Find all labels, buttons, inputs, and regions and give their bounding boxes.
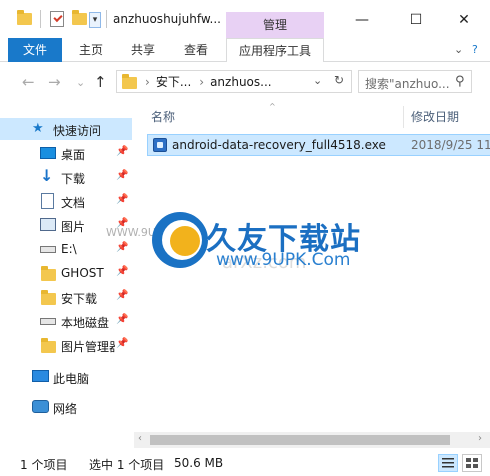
picture-icon — [40, 218, 56, 231]
pin-icon[interactable]: 📌 — [116, 338, 128, 349]
file-name: android-data-recovery_full4518.exe — [172, 138, 386, 152]
sidebar-item-local-disk[interactable]: 本地磁盘 📌 — [0, 310, 132, 332]
details-view-button[interactable] — [438, 454, 458, 472]
computer-icon — [32, 370, 49, 382]
title-separator — [106, 10, 107, 28]
scroll-right-button[interactable]: › — [478, 433, 482, 444]
recent-locations-button[interactable]: ⌄ — [76, 76, 85, 89]
breadcrumb-separator: › — [199, 74, 205, 89]
drive-icon — [40, 246, 56, 253]
address-dropdown-button[interactable]: ⌄ — [313, 74, 322, 87]
status-item-count: 1 个项目 — [20, 458, 68, 472]
up-button[interactable]: ↑ — [94, 73, 107, 91]
navigation-pane: ★ 快速访问 桌面 📌 ↓ 下载 📌 文档 📌 图片 📌 E:\ 📌 GHOST… — [0, 102, 132, 448]
network-icon — [32, 400, 49, 413]
exe-file-icon — [153, 138, 167, 152]
folder-icon — [41, 266, 57, 281]
pin-icon[interactable]: 📌 — [116, 266, 128, 277]
star-icon: ★ — [32, 121, 44, 136]
ribbon: 文件 主页 共享 查看 应用程序工具 ⌄ ? — [0, 38, 490, 63]
tab-share[interactable]: 共享 — [131, 38, 155, 62]
breadcrumb-separator: › — [145, 74, 150, 89]
download-icon: ↓ — [40, 166, 54, 185]
breadcrumb-anzhuos[interactable]: anzhuos... — [210, 75, 272, 89]
new-folder-icon[interactable] — [70, 9, 88, 29]
navigation-bar: ← → ⌄ ↑ › 安下... › anzhuos... ⌄ ↻ 搜索"anzh… — [0, 62, 490, 102]
sidebar-item-documents[interactable]: 文档 📌 — [0, 190, 132, 212]
quick-access-dropdown-button[interactable]: ▾ — [89, 12, 101, 28]
status-selected-count: 选中 1 个项目 — [89, 458, 165, 472]
sidebar-item-drive-e[interactable]: E:\ 📌 — [0, 238, 132, 260]
column-header-date-modified[interactable]: 修改日期 — [411, 108, 459, 125]
breadcrumb-anxia[interactable]: 安下... — [156, 73, 191, 90]
status-selected-size: 50.6 MB — [174, 456, 224, 470]
quick-access-separator — [40, 10, 41, 28]
window-title: anzhuoshujuhfw... — [113, 12, 221, 26]
pin-icon[interactable]: 📌 — [116, 194, 128, 205]
expand-ribbon-button[interactable]: ⌄ — [454, 38, 463, 62]
column-divider[interactable] — [403, 106, 404, 128]
horizontal-scrollbar[interactable]: ‹ › — [134, 432, 490, 448]
tab-manage[interactable]: 管理 — [226, 12, 324, 38]
file-date: 2018/9/25 11 — [411, 138, 490, 152]
pin-icon[interactable]: 📌 — [116, 242, 128, 253]
title-bar: ▾ anzhuoshujuhfw... 管理 — ☐ ✕ — [0, 0, 490, 38]
tab-home[interactable]: 主页 — [79, 38, 103, 62]
back-button[interactable]: ← — [22, 73, 35, 91]
refresh-button[interactable]: ↻ — [334, 73, 344, 87]
folder-icon — [122, 74, 137, 89]
details-view-icon — [442, 458, 454, 468]
tab-view[interactable]: 查看 — [184, 38, 208, 62]
search-placeholder: 搜索"anzhuo... — [365, 77, 450, 91]
drive-icon — [40, 318, 56, 325]
watermark: WWW.9UPK.COM arXz.com 久友下载站 www.9UPK.Com — [106, 208, 360, 288]
pin-icon[interactable]: 📌 — [116, 146, 128, 157]
sidebar-item-quick-access[interactable]: ★ 快速访问 — [0, 118, 132, 140]
watermark-url: www.9UPK.Com — [216, 250, 351, 270]
scroll-left-button[interactable]: ‹ — [138, 433, 142, 444]
sidebar-item-picture-manager[interactable]: 图片管理器 📌 — [0, 334, 132, 356]
document-icon — [41, 193, 54, 209]
sidebar-item-downloads[interactable]: ↓ 下载 📌 — [0, 166, 132, 188]
maximize-button[interactable]: ☐ — [396, 6, 436, 34]
pin-icon[interactable]: 📌 — [116, 314, 128, 325]
status-bar: 1 个项目 选中 1 个项目 50.6 MB — [0, 448, 490, 476]
folder-icon — [41, 338, 57, 353]
large-icons-view-icon — [466, 458, 478, 468]
large-icons-view-button[interactable] — [462, 454, 482, 472]
close-button[interactable]: ✕ — [444, 6, 484, 34]
folder-icon — [41, 290, 57, 305]
search-input[interactable]: 搜索"anzhuo... ⚲ — [358, 70, 472, 93]
table-row[interactable]: android-data-recovery_full4518.exe 2018/… — [147, 134, 490, 156]
address-bar[interactable]: › 安下... › anzhuos... ⌄ ↻ — [116, 70, 352, 93]
tab-application-tools[interactable]: 应用程序工具 — [226, 38, 324, 63]
sidebar-item-ghost[interactable]: GHOST 📌 — [0, 262, 132, 284]
search-icon[interactable]: ⚲ — [455, 74, 465, 89]
pin-icon[interactable]: 📌 — [116, 290, 128, 301]
properties-icon[interactable] — [47, 9, 67, 29]
tab-file[interactable]: 文件 — [8, 38, 62, 62]
sort-indicator: ^ — [269, 102, 276, 111]
forward-button[interactable]: → — [48, 73, 61, 91]
folder-icon[interactable] — [14, 9, 34, 29]
scrollbar-thumb[interactable] — [150, 435, 450, 445]
column-header-name[interactable]: 名称 — [151, 108, 175, 125]
watermark-logo-icon — [152, 212, 208, 268]
sidebar-item-this-pc[interactable]: 此电脑 — [0, 366, 132, 388]
help-button[interactable]: ? — [472, 38, 478, 62]
minimize-button[interactable]: — — [342, 6, 382, 34]
desktop-icon — [40, 147, 56, 159]
pin-icon[interactable]: 📌 — [116, 170, 128, 181]
sidebar-item-anxiazai[interactable]: 安下载 📌 — [0, 286, 132, 308]
sidebar-item-network[interactable]: 网络 — [0, 396, 132, 418]
sidebar-item-desktop[interactable]: 桌面 📌 — [0, 142, 132, 164]
